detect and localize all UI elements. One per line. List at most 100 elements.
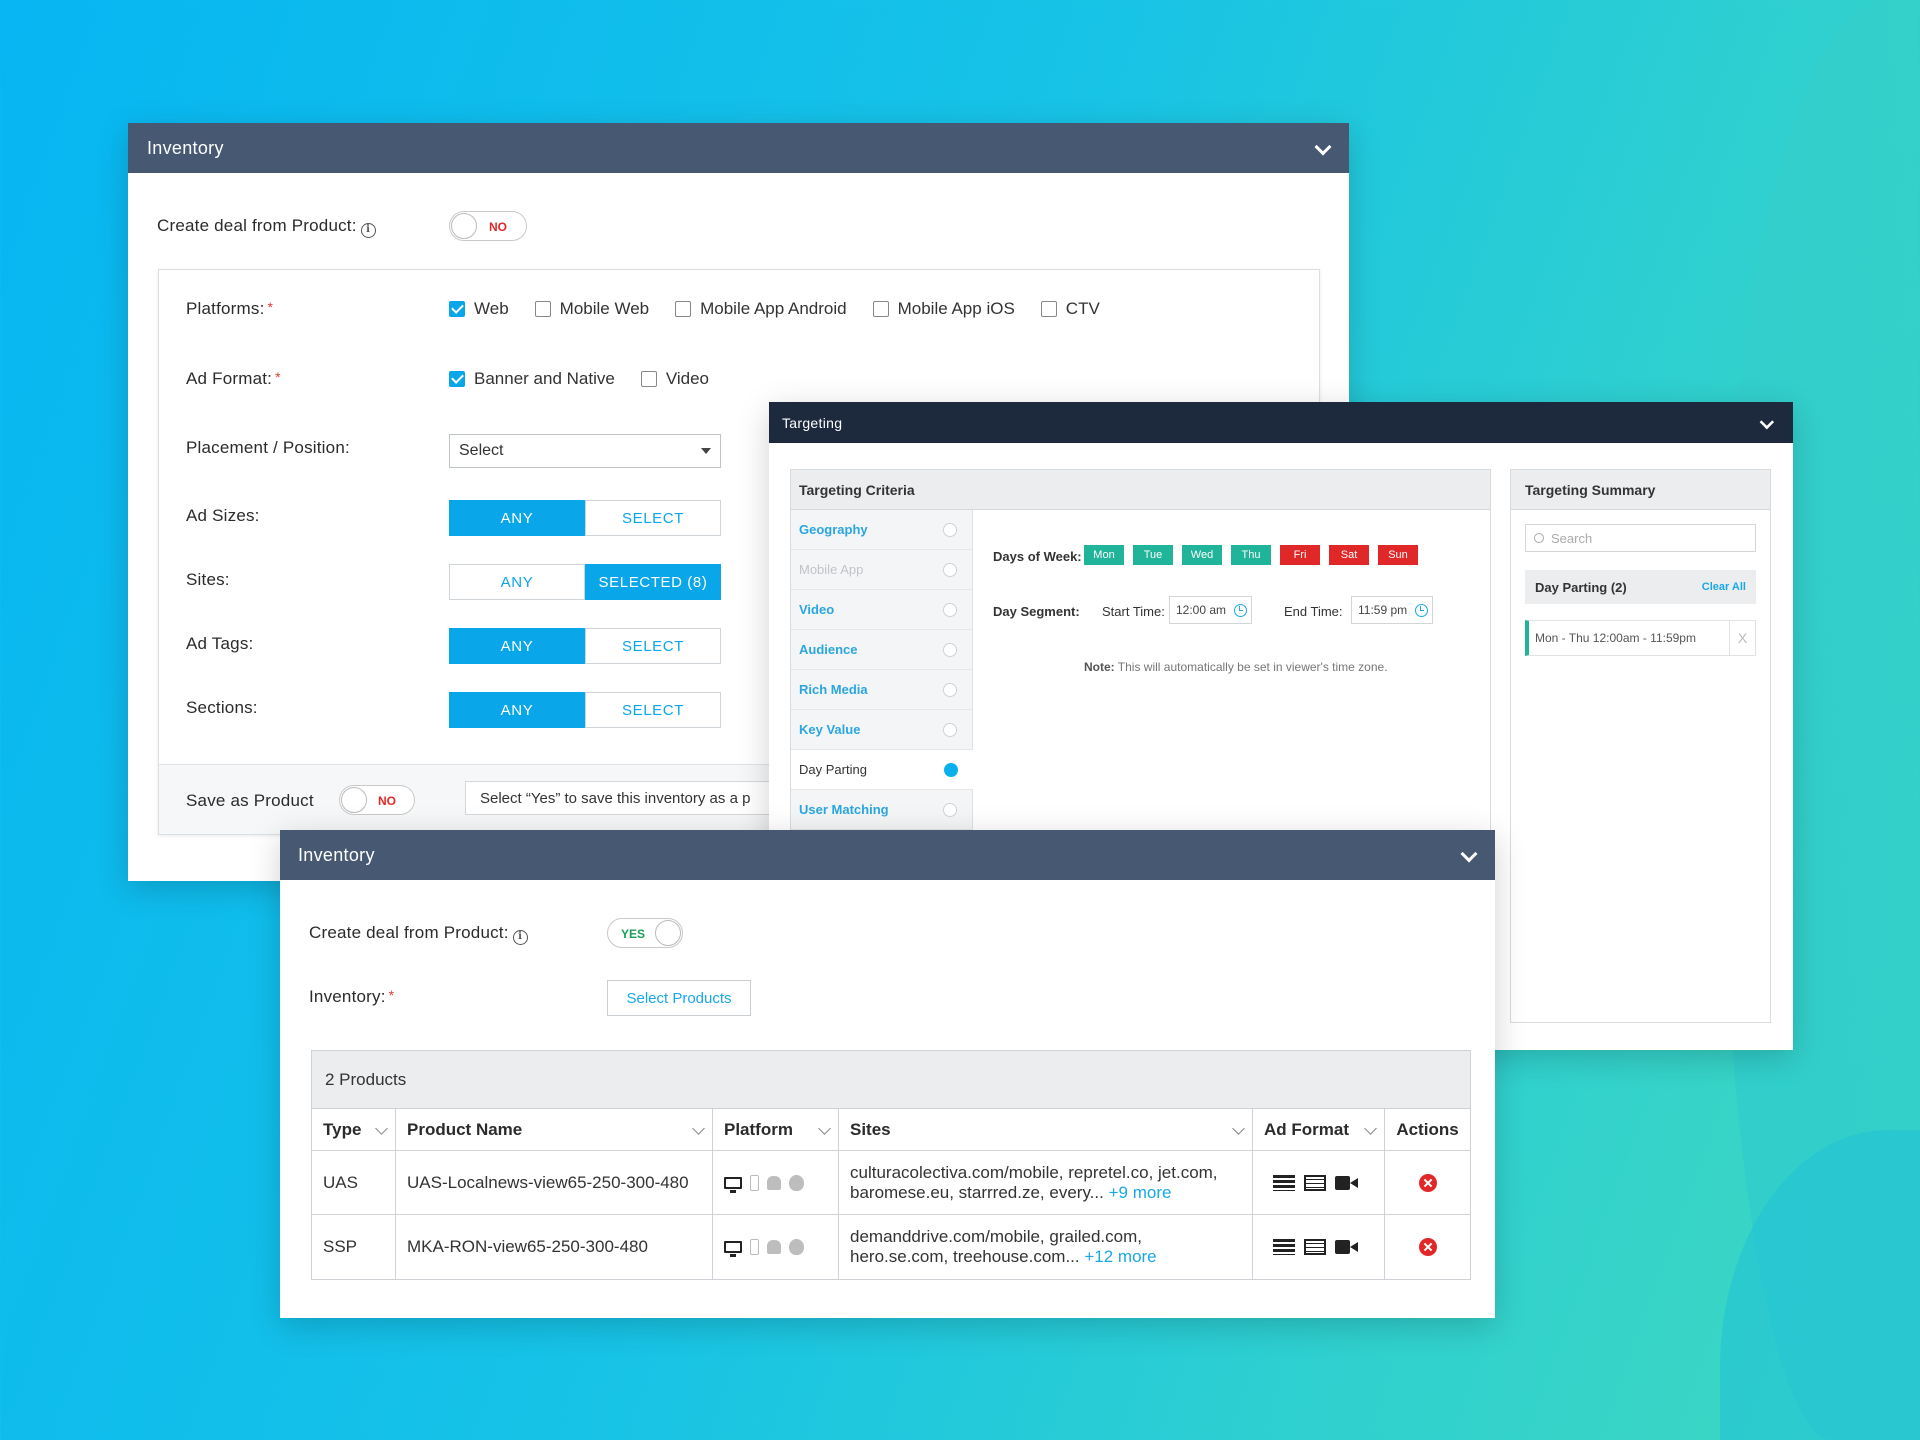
- chevron-down-icon[interactable]: [1760, 417, 1772, 429]
- criteria-label: Audience: [799, 642, 858, 657]
- sites-any[interactable]: ANY: [449, 564, 585, 600]
- sort-icon[interactable]: [1232, 1121, 1245, 1135]
- checkbox-web[interactable]: Web: [449, 299, 509, 319]
- ad-tags-select[interactable]: SELECT: [585, 628, 721, 664]
- radio-icon[interactable]: [943, 522, 957, 537]
- sort-icon[interactable]: [1364, 1121, 1377, 1135]
- unchecked-icon[interactable]: [675, 301, 692, 317]
- day-tue[interactable]: Tue: [1133, 545, 1173, 565]
- create-deal-toggle[interactable]: YES: [607, 918, 683, 948]
- sections-any[interactable]: ANY: [449, 692, 585, 728]
- column-header-platform[interactable]: Platform: [713, 1109, 839, 1150]
- radio-icon[interactable]: [943, 682, 957, 697]
- sort-icon[interactable]: [818, 1121, 831, 1135]
- checkbox-ctv[interactable]: CTV: [1040, 299, 1100, 319]
- criteria-label: Day Parting: [799, 762, 867, 777]
- day-sun[interactable]: Sun: [1378, 545, 1418, 565]
- chevron-down-icon[interactable]: [1461, 848, 1475, 862]
- select-products-button[interactable]: Select Products: [607, 980, 751, 1016]
- radio-icon[interactable]: [943, 642, 957, 657]
- days-of-week: Mon Tue Wed Thu Fri Sat Sun: [1084, 545, 1427, 565]
- criteria-title: Targeting Criteria: [791, 470, 1490, 510]
- column-header-product-name[interactable]: Product Name: [396, 1109, 713, 1150]
- clear-all-link[interactable]: Clear All: [1702, 581, 1746, 593]
- column-header-ad-format[interactable]: Ad Format: [1253, 1109, 1385, 1150]
- start-time-input[interactable]: 12:00 am: [1169, 596, 1253, 624]
- save-as-product-label: Save as Product: [186, 791, 314, 810]
- checkbox-banner-and-native[interactable]: Banner and Native: [449, 369, 615, 389]
- inventory-header[interactable]: Inventory: [280, 830, 1495, 880]
- day-mon[interactable]: Mon: [1084, 545, 1124, 565]
- checkbox-mobile-web[interactable]: Mobile Web: [534, 299, 649, 319]
- sites-label: Sites:: [186, 570, 230, 589]
- more-sites-link[interactable]: +12 more: [1084, 1247, 1156, 1266]
- unchecked-icon[interactable]: [872, 301, 889, 317]
- apple-icon: [789, 1174, 804, 1191]
- remove-icon[interactable]: [1418, 1173, 1437, 1192]
- checkbox-mobile-app-ios[interactable]: Mobile App iOS: [872, 299, 1015, 319]
- day-wed[interactable]: Wed: [1182, 545, 1222, 565]
- info-icon[interactable]: i: [512, 930, 528, 945]
- criteria-item-user-matching[interactable]: User Matching: [791, 790, 973, 830]
- radio-icon[interactable]: [943, 802, 957, 817]
- cell-actions: [1385, 1151, 1470, 1214]
- cell-actions: [1385, 1215, 1470, 1279]
- remove-summary-item[interactable]: X: [1729, 621, 1755, 655]
- chevron-down-icon[interactable]: [1315, 141, 1329, 155]
- targeting-header[interactable]: Targeting: [769, 402, 1793, 443]
- criteria-item-mobile-app[interactable]: Mobile App: [791, 550, 973, 590]
- criteria-item-key-value[interactable]: Key Value: [791, 710, 973, 750]
- panel-title: Inventory: [147, 137, 224, 158]
- radio-icon[interactable]: [943, 562, 957, 577]
- criteria-list: Geography Mobile App Video Audience Rich Med…: [791, 510, 973, 830]
- inventory-header[interactable]: Inventory: [128, 123, 1349, 173]
- checked-icon[interactable]: [449, 371, 465, 387]
- criteria-label: Rich Media: [799, 682, 868, 697]
- day-fri[interactable]: Fri: [1280, 545, 1320, 565]
- ad-sizes-select[interactable]: SELECT: [585, 500, 721, 536]
- criteria-item-audience[interactable]: Audience: [791, 630, 973, 670]
- summary-search[interactable]: Search: [1525, 524, 1756, 552]
- save-as-product-toggle[interactable]: NO: [339, 785, 415, 815]
- checkbox-label: Mobile App Android: [700, 299, 847, 318]
- android-icon: [767, 1240, 781, 1254]
- info-icon[interactable]: i: [360, 223, 376, 238]
- remove-icon[interactable]: [1418, 1238, 1437, 1256]
- ad-sizes-any[interactable]: ANY: [449, 500, 585, 536]
- column-header-sites[interactable]: Sites: [839, 1109, 1253, 1150]
- checkbox-video[interactable]: Video: [640, 369, 709, 389]
- ad-format-checkboxes: Banner and Native Video: [449, 369, 735, 389]
- inventory-panel-front: Inventory Create deal from Product: i YES…: [280, 830, 1495, 1318]
- clock-icon[interactable]: [1234, 603, 1248, 617]
- criteria-item-day-parting[interactable]: Day Parting: [791, 750, 973, 790]
- more-sites-link[interactable]: +9 more: [1109, 1183, 1172, 1202]
- unchecked-icon[interactable]: [534, 301, 551, 317]
- end-time-input[interactable]: 11:59 pm: [1351, 596, 1434, 624]
- sections-select[interactable]: SELECT: [585, 692, 721, 728]
- create-deal-label: Create deal from Product: i: [309, 923, 528, 945]
- placement-value: Select: [459, 442, 504, 459]
- sort-icon[interactable]: [692, 1121, 705, 1135]
- ad-tags-any[interactable]: ANY: [449, 628, 585, 664]
- checkbox-mobile-app-android[interactable]: Mobile App Android: [675, 299, 847, 319]
- criteria-item-rich-media[interactable]: Rich Media: [791, 670, 973, 710]
- column-header-type[interactable]: Type: [312, 1109, 396, 1150]
- sort-icon[interactable]: [375, 1121, 388, 1135]
- unchecked-icon[interactable]: [1040, 301, 1057, 317]
- clock-icon[interactable]: [1415, 603, 1429, 617]
- cell-type: UAS: [312, 1151, 396, 1214]
- radio-icon[interactable]: [943, 602, 957, 617]
- day-sat[interactable]: Sat: [1329, 545, 1369, 565]
- radio-icon[interactable]: [943, 722, 957, 737]
- day-thu[interactable]: Thu: [1231, 545, 1271, 565]
- sites-selected[interactable]: SELECTED (8): [585, 564, 721, 600]
- create-deal-toggle[interactable]: NO: [449, 211, 527, 241]
- checked-icon[interactable]: [449, 301, 465, 317]
- radio-icon[interactable]: [944, 762, 958, 777]
- placement-select[interactable]: Select: [449, 434, 721, 468]
- criteria-label: User Matching: [799, 802, 889, 817]
- criteria-item-video[interactable]: Video: [791, 590, 973, 630]
- unchecked-icon[interactable]: [640, 371, 657, 387]
- criteria-item-geography[interactable]: Geography: [791, 510, 973, 550]
- timezone-note: Note: This will automatically be set in …: [1084, 660, 1388, 674]
